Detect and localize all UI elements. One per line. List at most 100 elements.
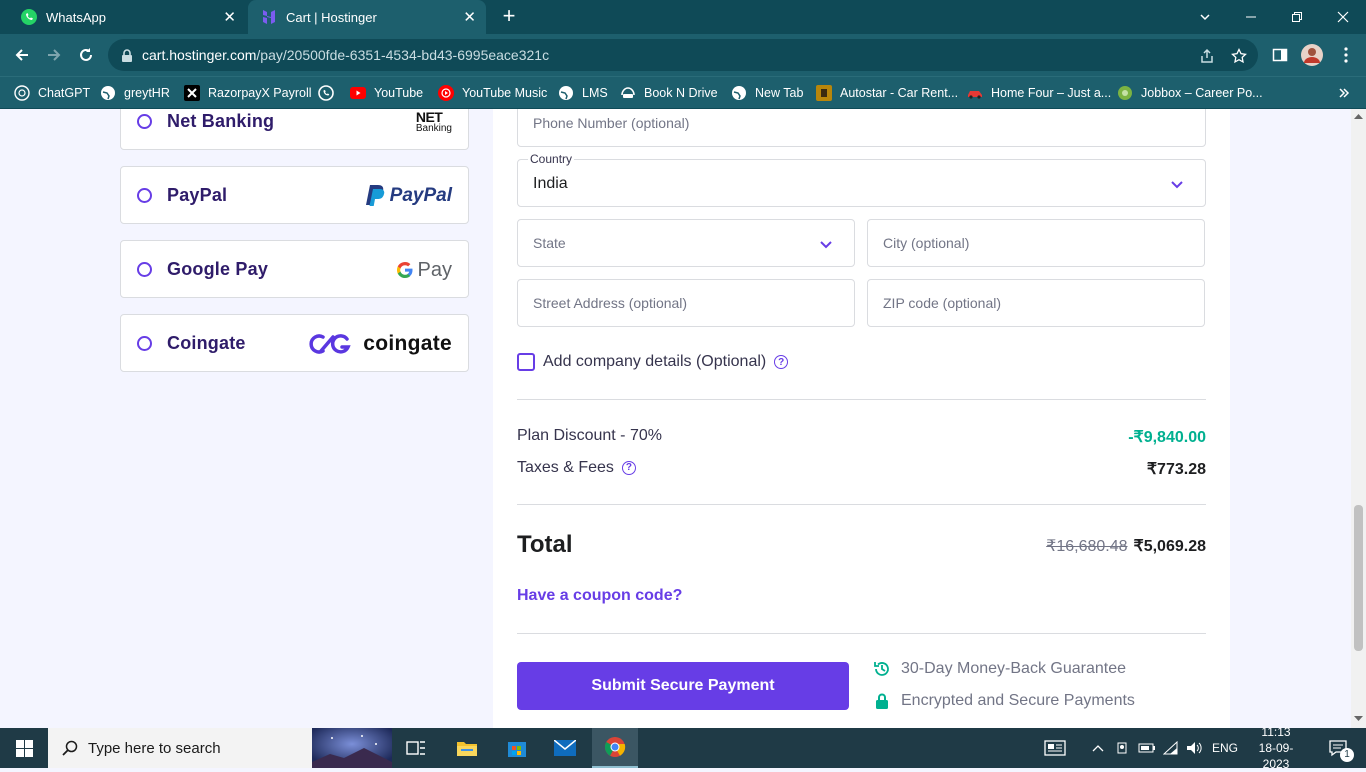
bookmark-youtube[interactable]: YouTube bbox=[350, 83, 423, 103]
city-field[interactable]: City (optional) bbox=[867, 219, 1205, 267]
radio-button[interactable] bbox=[137, 188, 152, 203]
bookmark-razorpayx[interactable]: RazorpayX Payroll bbox=[184, 83, 312, 103]
help-icon[interactable]: ? bbox=[774, 355, 789, 369]
scroll-down-icon[interactable] bbox=[1354, 716, 1363, 722]
globe-icon bbox=[731, 85, 747, 101]
globe-icon bbox=[558, 85, 574, 101]
search-icon bbox=[62, 740, 78, 756]
bookmarks-overflow-icon[interactable] bbox=[1338, 83, 1350, 103]
lock-icon bbox=[873, 692, 891, 710]
jobbox-icon bbox=[1117, 85, 1133, 101]
bookmark-chatgpt[interactable]: ChatGPT bbox=[14, 83, 90, 103]
bookmark-autostar[interactable]: Autostar - Car Rent... bbox=[816, 83, 958, 103]
windows-start-icon[interactable] bbox=[0, 728, 48, 768]
browser-chrome: WhatsApp ✕ Cart | Hostinger ✕ + cart.hos… bbox=[0, 0, 1366, 109]
bookmark-new-tab[interactable]: New Tab bbox=[731, 83, 803, 103]
close-window-button[interactable] bbox=[1320, 0, 1366, 34]
meet-now-icon[interactable] bbox=[1112, 728, 1134, 768]
bookmark-star-icon[interactable] bbox=[1230, 47, 1248, 65]
razorpayx-icon bbox=[184, 85, 200, 101]
money-back-guarantee: 30-Day Money-Back Guarantee bbox=[873, 660, 1126, 678]
input-language[interactable]: ENG bbox=[1212, 728, 1238, 768]
chrome-taskbar-icon[interactable] bbox=[592, 728, 638, 768]
coupon-link[interactable]: Have a coupon code? bbox=[517, 587, 682, 605]
clock-time: 11:13 bbox=[1261, 725, 1291, 739]
history-icon bbox=[873, 660, 891, 678]
system-clock[interactable]: 11:13 18-09-2023 bbox=[1250, 725, 1302, 771]
globe-icon bbox=[100, 85, 116, 101]
forward-icon[interactable] bbox=[42, 43, 66, 67]
mail-icon[interactable] bbox=[548, 728, 582, 768]
tab-hostinger[interactable]: Cart | Hostinger ✕ bbox=[248, 0, 486, 34]
bookmarks-bar: ChatGPT greytHR RazorpayX Payroll YouTub… bbox=[0, 76, 1366, 108]
company-details-checkbox[interactable] bbox=[517, 353, 535, 371]
booknDrive-icon bbox=[620, 85, 636, 101]
net-banking-logo: NET Banking bbox=[415, 109, 452, 134]
country-select[interactable]: Country India bbox=[517, 152, 1206, 207]
profile-avatar[interactable] bbox=[1300, 43, 1324, 67]
tab-title: WhatsApp bbox=[46, 9, 106, 25]
page-scrollbar[interactable] bbox=[1351, 109, 1366, 728]
minimize-button[interactable] bbox=[1228, 0, 1274, 34]
street-address-field[interactable]: Street Address (optional) bbox=[517, 279, 855, 327]
phone-number-field[interactable]: Phone Number (optional) bbox=[517, 109, 1206, 147]
company-details-label[interactable]: Add company details (Optional) bbox=[543, 353, 766, 371]
scrollbar-thumb[interactable] bbox=[1354, 505, 1363, 651]
divider bbox=[517, 504, 1206, 505]
coingate-logo: coingate bbox=[309, 315, 452, 373]
submit-payment-button[interactable]: Submit Secure Payment bbox=[517, 662, 849, 710]
radio-button[interactable] bbox=[137, 114, 152, 129]
close-tab-icon[interactable]: ✕ bbox=[223, 8, 236, 26]
payment-option-paypal[interactable]: PayPal PayPal bbox=[120, 166, 469, 224]
back-icon[interactable] bbox=[10, 43, 34, 67]
file-explorer-icon[interactable] bbox=[450, 728, 484, 768]
clock-date: 18-09-2023 bbox=[1258, 741, 1294, 771]
battery-icon[interactable] bbox=[1136, 728, 1158, 768]
payment-option-google-pay[interactable]: Google Pay Pay bbox=[120, 240, 469, 298]
tray-overflow-icon[interactable] bbox=[1088, 728, 1108, 768]
taskbar-search[interactable]: Type here to search bbox=[48, 728, 392, 768]
bookmark-book-n-drive[interactable]: Book N Drive bbox=[620, 83, 718, 103]
payment-option-coingate[interactable]: Coingate coingate bbox=[120, 314, 469, 372]
hostinger-icon bbox=[260, 8, 278, 26]
payment-option-net-banking[interactable]: Net Banking NET Banking bbox=[120, 109, 469, 150]
tab-strip: WhatsApp ✕ Cart | Hostinger ✕ + bbox=[0, 0, 1366, 34]
reload-icon[interactable] bbox=[74, 43, 98, 67]
task-view-icon[interactable] bbox=[400, 728, 432, 768]
volume-icon[interactable] bbox=[1184, 728, 1206, 768]
bookmark-whatsapp[interactable] bbox=[318, 83, 342, 103]
microsoft-store-icon[interactable] bbox=[500, 728, 534, 768]
youtube-icon bbox=[350, 85, 366, 101]
whatsapp-icon bbox=[20, 8, 38, 26]
chatgpt-icon bbox=[14, 85, 30, 101]
help-icon[interactable]: ? bbox=[621, 460, 636, 475]
new-tab-button[interactable]: + bbox=[498, 5, 520, 28]
browser-toolbar: cart.hostinger.com/pay/20500fde-6351-453… bbox=[0, 34, 1366, 76]
divider bbox=[517, 399, 1206, 400]
radio-button[interactable] bbox=[137, 336, 152, 351]
lock-icon[interactable] bbox=[118, 47, 136, 65]
radio-button[interactable] bbox=[137, 262, 152, 277]
address-bar[interactable]: cart.hostinger.com/pay/20500fde-6351-453… bbox=[108, 39, 1258, 71]
zip-code-field[interactable]: ZIP code (optional) bbox=[867, 279, 1205, 327]
total-final-price: ₹5,069.28 bbox=[1133, 538, 1206, 555]
bookmark-home-four[interactable]: Home Four – Just a... bbox=[967, 83, 1111, 103]
tab-whatsapp[interactable]: WhatsApp ✕ bbox=[8, 0, 246, 34]
bookmark-greythr[interactable]: greytHR bbox=[100, 83, 170, 103]
menu-kebab-icon[interactable] bbox=[1334, 43, 1358, 67]
side-panel-icon[interactable] bbox=[1268, 43, 1292, 67]
news-widget-icon[interactable] bbox=[1040, 728, 1070, 768]
scroll-up-icon[interactable] bbox=[1354, 113, 1363, 119]
tab-search-icon[interactable] bbox=[1182, 0, 1228, 34]
state-select[interactable]: State bbox=[517, 219, 855, 267]
taxes-value: ₹773.28 bbox=[1146, 461, 1206, 478]
restore-button[interactable] bbox=[1274, 0, 1320, 34]
bookmark-jobbox[interactable]: Jobbox – Career Po... bbox=[1117, 83, 1263, 103]
notifications-icon[interactable]: 1 bbox=[1320, 728, 1356, 768]
close-tab-icon[interactable]: ✕ bbox=[463, 8, 476, 26]
billing-form-card: Phone Number (optional) Country India St… bbox=[493, 109, 1230, 728]
bookmark-youtube-music[interactable]: YouTube Music bbox=[438, 83, 547, 103]
bookmark-lms[interactable]: LMS bbox=[558, 83, 608, 103]
share-icon[interactable] bbox=[1198, 47, 1216, 65]
wifi-icon[interactable] bbox=[1160, 728, 1182, 768]
